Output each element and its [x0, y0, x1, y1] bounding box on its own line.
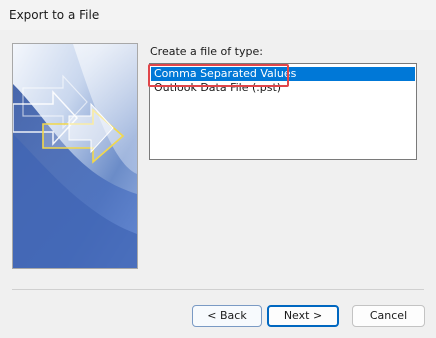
- file-type-label: Create a file of type:: [150, 45, 263, 58]
- divider: [12, 289, 424, 290]
- window-title: Export to a File: [9, 8, 100, 22]
- wizard-banner-image: [12, 43, 138, 269]
- export-dialog: Export to a File Create a file of type: …: [0, 0, 436, 338]
- next-button[interactable]: Next >: [267, 305, 339, 327]
- file-type-option-csv[interactable]: Comma Separated Values: [151, 67, 415, 81]
- file-type-option-pst[interactable]: Outlook Data File (.pst): [151, 81, 415, 95]
- export-wizard-banner-arrows-icon: [13, 44, 137, 268]
- title-bar: Export to a File: [0, 0, 436, 30]
- file-type-listbox[interactable]: Comma Separated Values Outlook Data File…: [149, 63, 417, 160]
- cancel-button[interactable]: Cancel: [352, 305, 425, 327]
- back-button[interactable]: < Back: [192, 305, 262, 327]
